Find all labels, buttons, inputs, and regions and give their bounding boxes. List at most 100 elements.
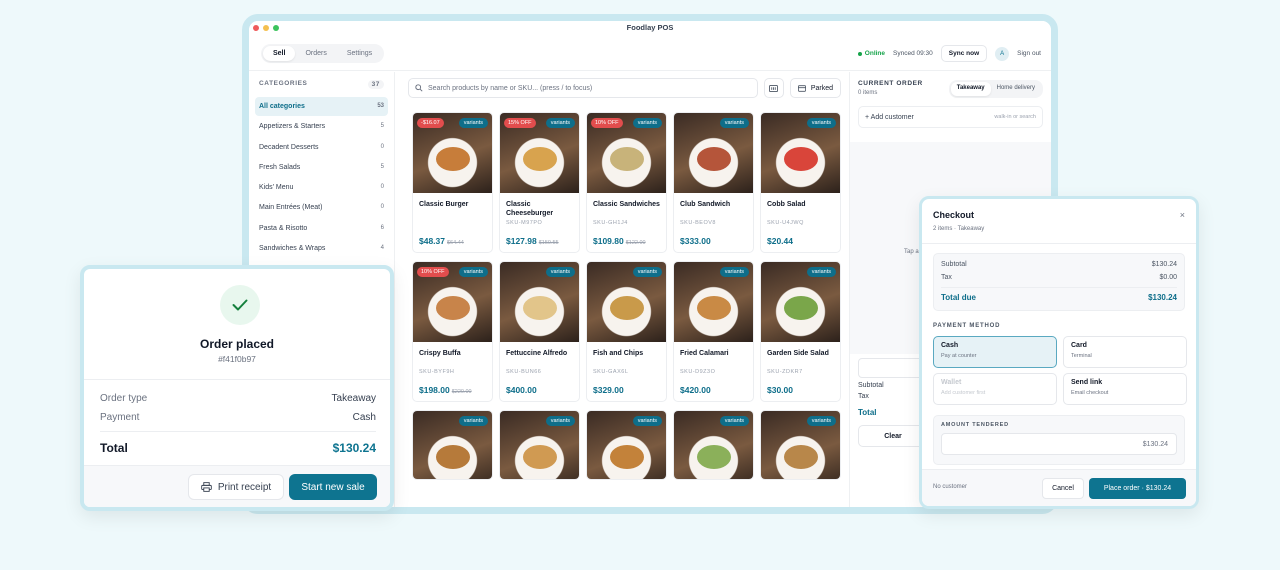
variants-badge: variants: [806, 416, 836, 426]
product-old-price: $64.44: [447, 240, 464, 246]
titlebar: Foodlay POS: [249, 21, 1051, 37]
variants-badge: variants: [632, 118, 662, 128]
product-card[interactable]: variants Fish and Chips SKU-GAX6L $329.00: [586, 261, 667, 402]
category-item[interactable]: Main Entrées (Meat) 0: [255, 198, 388, 217]
tab-sell[interactable]: Sell: [263, 46, 296, 61]
barcode-scan-button[interactable]: [763, 78, 784, 98]
product-price: $400.00: [506, 385, 537, 395]
variants-badge: variants: [545, 118, 575, 128]
variants-badge: variants: [719, 416, 749, 426]
product-image: variants: [500, 411, 579, 479]
product-image: variants: [761, 262, 840, 342]
product-card[interactable]: variants Garden Side Salad SKU-ZDKR7 $30.00: [760, 261, 841, 402]
discount-badge: 10% OFF: [591, 118, 623, 128]
category-label: Fresh Salads: [259, 163, 301, 171]
add-customer-field[interactable]: + Add customer walk-in or search: [858, 106, 1043, 128]
amount-tendered-input[interactable]: $130.24: [941, 433, 1177, 455]
no-customer-label: No customer: [933, 484, 968, 490]
category-item[interactable]: Pasta & Risotto 6: [255, 219, 388, 238]
sync-now-button[interactable]: Sync now: [940, 45, 988, 62]
tab-orders[interactable]: Orders: [295, 46, 336, 61]
product-price-row: $400.00: [506, 385, 537, 395]
product-image: variants: [500, 262, 579, 342]
avatar[interactable]: A: [995, 46, 1010, 61]
food-illustration: [609, 445, 644, 470]
product-card[interactable]: variants Cobb Salad SKU-U4JWQ $20.44: [760, 112, 841, 253]
product-card[interactable]: variants: [412, 410, 493, 480]
product-card[interactable]: 10% OFF variants Crispy Buffa SKU-BYF9H $198…: [412, 261, 493, 402]
payment-method-sub: Pay at counter: [941, 353, 977, 359]
search-input[interactable]: Search products by name or SKU... (press…: [408, 78, 758, 98]
category-item[interactable]: Sandwiches & Wraps 4: [255, 239, 388, 258]
category-item[interactable]: Decadent Desserts 0: [255, 138, 388, 157]
product-card[interactable]: 10% OFF variants Classic Sandwiches SKU-GH1…: [586, 112, 667, 253]
product-card[interactable]: variants Club Sandwich SKU-BEOV8 $333.00: [673, 112, 754, 253]
category-label: Decadent Desserts: [259, 143, 319, 151]
product-card[interactable]: variants: [499, 410, 580, 480]
cancel-button[interactable]: Cancel: [1042, 478, 1084, 499]
category-count: 53: [377, 103, 384, 109]
product-info: Club Sandwich SKU-BEOV8: [674, 193, 753, 233]
payment-method-card[interactable]: Card Terminal: [1063, 336, 1187, 368]
category-label: Sandwiches & Wraps: [259, 245, 326, 253]
online-status: Online: [857, 50, 886, 57]
payment-method-title: Send link: [1071, 379, 1103, 386]
online-label: Online: [864, 50, 886, 57]
top-right-controls: Online Synced 09:30 Sync now A Sign out: [857, 45, 1041, 62]
product-price: $109.80: [593, 236, 624, 246]
close-icon[interactable]: ×: [1180, 210, 1185, 220]
category-count: 0: [380, 143, 384, 150]
product-image: variants: [761, 113, 840, 193]
product-sku: SKU-BEOV8: [680, 220, 716, 226]
product-price-row: $30.00: [767, 385, 793, 395]
product-card[interactable]: 15% OFF variants Classic Cheeseburger SKU-M…: [499, 112, 580, 253]
product-card[interactable]: variants: [586, 410, 667, 480]
total-due-row: Total due $130.24: [941, 287, 1177, 302]
variants-badge: variants: [458, 118, 488, 128]
online-dot-icon: [857, 51, 862, 56]
categories-count: 37: [367, 80, 384, 89]
category-item[interactable]: Fresh Salads 5: [255, 158, 388, 177]
product-card[interactable]: variants: [760, 410, 841, 480]
product-image: variants: [674, 411, 753, 479]
product-card[interactable]: variants: [673, 410, 754, 480]
product-sku: SKU-D9Z3O: [680, 369, 716, 375]
parked-button[interactable]: Parked: [789, 78, 841, 98]
product-price-row: $198.00 $220.00: [419, 385, 472, 395]
variants-badge: variants: [458, 267, 488, 277]
parked-label: Parked: [810, 84, 833, 92]
mode-takeaway[interactable]: Takeaway: [950, 82, 991, 96]
category-label: Kids' Menu: [259, 184, 294, 192]
variants-badge: variants: [458, 416, 488, 426]
category-item[interactable]: All categories 53: [255, 97, 388, 116]
product-card[interactable]: -$16.07 variants Classic Burger $48.37 $64.4…: [412, 112, 493, 253]
order-mode-toggle: Takeaway Home delivery: [948, 80, 1043, 98]
tab-settings[interactable]: Settings: [337, 46, 382, 61]
clear-button[interactable]: Clear: [858, 425, 928, 447]
discount-input[interactable]: [858, 358, 928, 378]
start-new-sale-button[interactable]: Start new sale: [289, 474, 377, 500]
category-item[interactable]: Appetizers & Starters 5: [255, 117, 388, 136]
product-price-row: $48.37 $64.44: [419, 236, 464, 246]
products-area: Search products by name or SKU... (press…: [404, 72, 849, 507]
product-price: $127.98: [506, 236, 537, 246]
category-count: 5: [380, 123, 384, 130]
food-illustration: [522, 147, 557, 172]
payment-method-cash[interactable]: Cash Pay at counter: [933, 336, 1057, 368]
product-price: $198.00: [419, 385, 450, 395]
mode-home-delivery[interactable]: Home delivery: [991, 82, 1041, 96]
order-type-value: Takeaway: [331, 393, 376, 404]
place-order-button[interactable]: Place order · $130.24: [1089, 478, 1186, 499]
total-due-label: Total due: [941, 293, 976, 302]
product-price-row: $20.44: [767, 236, 793, 246]
food-illustration: [522, 445, 557, 470]
product-card[interactable]: variants Fettuccine Alfredo SKU-BUN66 $400.…: [499, 261, 580, 402]
product-sku: SKU-BYF9H: [419, 369, 455, 375]
payment-method-send-link[interactable]: Send link Email checkout: [1063, 373, 1187, 405]
category-label: Appetizers & Starters: [259, 123, 326, 131]
product-price-row: $329.00: [593, 385, 624, 395]
print-receipt-button[interactable]: Print receipt: [188, 474, 284, 500]
sign-out-link[interactable]: Sign out: [1017, 50, 1041, 57]
product-card[interactable]: variants Fried Calamari SKU-D9Z3O $420.00: [673, 261, 754, 402]
category-item[interactable]: Kids' Menu 0: [255, 178, 388, 197]
